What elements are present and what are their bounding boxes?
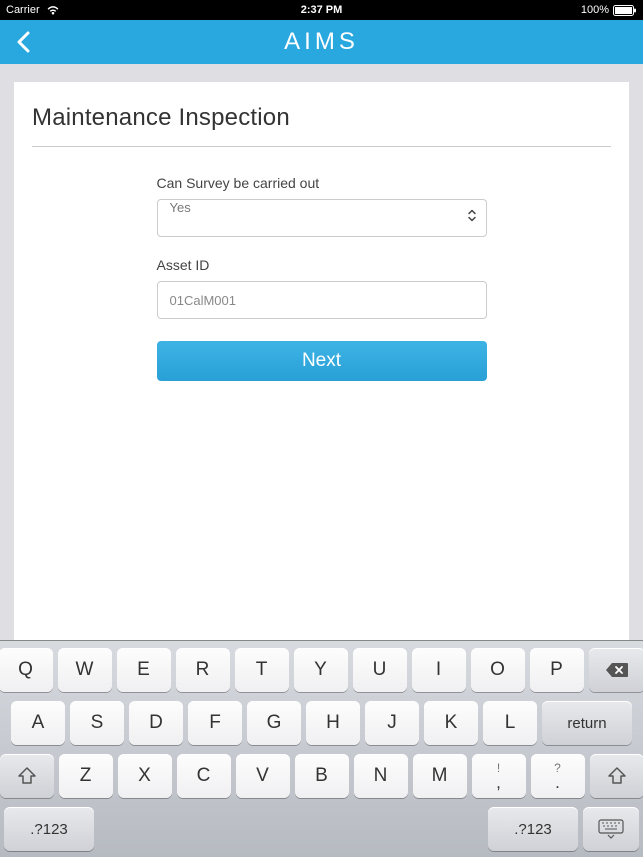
shift-icon	[17, 767, 37, 785]
backspace-icon	[605, 662, 629, 678]
nav-title: AIMS	[284, 28, 359, 56]
status-time: 2:37 PM	[301, 4, 343, 16]
key-y[interactable]: Y	[294, 648, 348, 692]
key-n[interactable]: N	[354, 754, 408, 798]
key-e[interactable]: E	[117, 648, 171, 692]
key-b[interactable]: B	[295, 754, 349, 798]
key-g[interactable]: G	[247, 701, 301, 745]
keyboard-row-2: ASDFGHJKLreturn	[4, 701, 639, 745]
numsym-key-left[interactable]: .?123	[4, 807, 94, 851]
key-k[interactable]: K	[424, 701, 478, 745]
key-d[interactable]: D	[129, 701, 183, 745]
key-comma[interactable]: !,	[472, 754, 526, 798]
next-button[interactable]: Next	[157, 341, 487, 381]
carrier-label: Carrier	[6, 4, 40, 16]
keyboard-row-3: ZXCVBNM!,?.	[4, 754, 639, 798]
key-c[interactable]: C	[177, 754, 231, 798]
dismiss-keyboard-icon	[598, 819, 624, 839]
key-q[interactable]: Q	[0, 648, 53, 692]
key-a[interactable]: A	[11, 701, 65, 745]
key-w[interactable]: W	[58, 648, 112, 692]
key-z[interactable]: Z	[59, 754, 113, 798]
key-x[interactable]: X	[118, 754, 172, 798]
return-key[interactable]: return	[542, 701, 632, 745]
form-card: Maintenance Inspection Can Survey be car…	[14, 82, 629, 640]
status-bar: Carrier 2:37 PM 100%	[0, 0, 643, 20]
shift-icon	[607, 767, 627, 785]
key-l[interactable]: L	[483, 701, 537, 745]
key-i[interactable]: I	[412, 648, 466, 692]
asset-id-input[interactable]	[157, 281, 487, 319]
key-s[interactable]: S	[70, 701, 124, 745]
survey-select[interactable]: Yes	[157, 199, 487, 237]
backspace-key[interactable]	[589, 648, 643, 692]
keyboard-row-4: .?123 .?123	[4, 807, 639, 851]
keyboard-row-1: QWERTYUIOP	[4, 648, 639, 692]
page-title: Maintenance Inspection	[32, 104, 611, 147]
key-f[interactable]: F	[188, 701, 242, 745]
form: Can Survey be carried out Yes Asset ID N…	[157, 175, 487, 381]
key-r[interactable]: R	[176, 648, 230, 692]
key-h[interactable]: H	[306, 701, 360, 745]
key-period[interactable]: ?.	[531, 754, 585, 798]
key-j[interactable]: J	[365, 701, 419, 745]
back-button[interactable]	[8, 20, 48, 64]
key-p[interactable]: P	[530, 648, 584, 692]
shift-key-right[interactable]	[590, 754, 643, 798]
nav-bar: AIMS	[0, 20, 643, 64]
key-m[interactable]: M	[413, 754, 467, 798]
key-u[interactable]: U	[353, 648, 407, 692]
battery-label: 100%	[581, 4, 609, 16]
survey-label: Can Survey be carried out	[157, 175, 487, 191]
battery-icon	[613, 5, 637, 16]
chevron-left-icon	[16, 31, 30, 53]
shift-key-left[interactable]	[0, 754, 54, 798]
numsym-key-right[interactable]: .?123	[488, 807, 578, 851]
keyboard: QWERTYUIOP ASDFGHJKLreturn ZXCVBNM!,?. .…	[0, 640, 643, 857]
content-area: Maintenance Inspection Can Survey be car…	[0, 64, 643, 640]
dismiss-keyboard-key[interactable]	[583, 807, 639, 851]
survey-select-wrap: Yes	[157, 199, 487, 237]
wifi-icon	[46, 5, 60, 15]
key-o[interactable]: O	[471, 648, 525, 692]
key-v[interactable]: V	[236, 754, 290, 798]
asset-id-label: Asset ID	[157, 257, 487, 273]
key-t[interactable]: T	[235, 648, 289, 692]
